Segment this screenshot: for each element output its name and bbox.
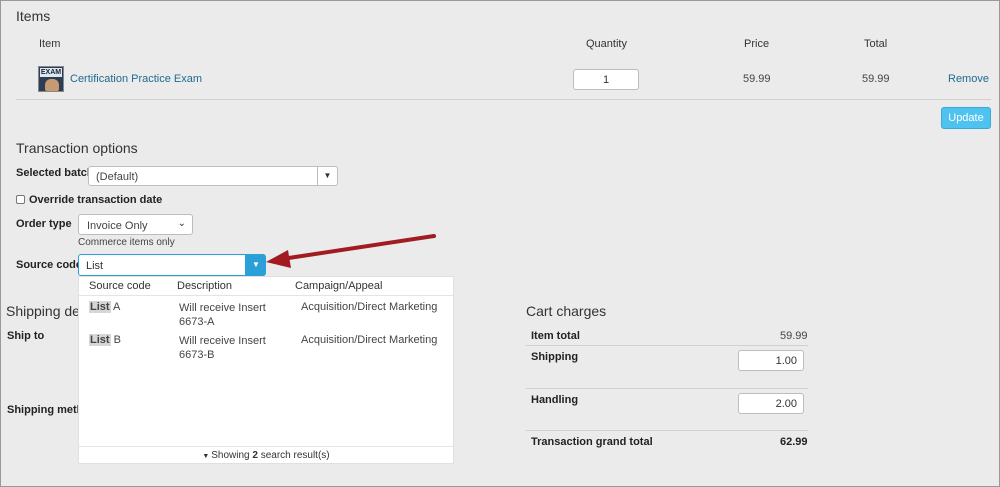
col-quantity-header: Quantity: [586, 38, 627, 50]
ship-to-label: Ship to: [7, 330, 45, 342]
search-match-highlight: List: [89, 334, 111, 346]
shipping-details-title: Shipping det: [6, 303, 84, 319]
items-divider: [16, 99, 991, 100]
order-type-label: Order type: [16, 218, 72, 230]
total-value: 59.99: [862, 73, 890, 85]
remove-link[interactable]: Remove: [948, 73, 989, 85]
result-source-code: List B: [89, 334, 121, 346]
col-total-header: Total: [864, 38, 888, 50]
order-type-hint: Commerce items only: [78, 237, 175, 248]
selected-batch-label: Selected batch: [16, 167, 94, 179]
cart-divider: [526, 345, 808, 346]
source-code-input[interactable]: List: [78, 254, 246, 276]
override-date-checkbox[interactable]: [16, 195, 25, 204]
annotation-arrow-icon: [266, 234, 436, 268]
result-campaign: Acquisition/Direct Marketing: [301, 301, 438, 313]
grand-total-value: 62.99: [780, 436, 808, 448]
handling-charge-label: Handling: [531, 394, 579, 406]
price-value: 59.99: [743, 73, 771, 85]
caret-down-icon: ▼: [202, 453, 212, 460]
cart-charges-title: Cart charges: [526, 303, 607, 319]
col-price-header: Price: [744, 38, 770, 50]
result-source-code: List A: [89, 301, 121, 313]
chevron-down-icon[interactable]: ▼: [317, 167, 337, 185]
transaction-options-title: Transaction options: [16, 140, 138, 156]
thumbnail-label: EXAM: [40, 68, 62, 77]
results-header-divider: [79, 295, 453, 296]
shipping-charge-input[interactable]: [738, 350, 804, 371]
handling-charge-input[interactable]: [738, 393, 804, 414]
thumbnail-figure-icon: [45, 79, 59, 91]
shipping-charge-label: Shipping: [531, 351, 579, 363]
override-date-label: Override transaction date: [29, 194, 163, 206]
results-footer: ▼ Showing 2 search result(s): [79, 446, 453, 464]
caret-down-icon: ▼: [252, 260, 260, 269]
source-code-value: List: [86, 260, 104, 272]
source-code-label: Source code: [16, 259, 83, 271]
items-title: Items: [16, 8, 51, 24]
selected-batch-select[interactable]: (Default) ▼: [88, 166, 338, 186]
item-total-label: Item total: [531, 330, 580, 342]
product-name-link[interactable]: Certification Practice Exam: [70, 73, 202, 85]
result-campaign: Acquisition/Direct Marketing: [301, 334, 438, 346]
order-type-select[interactable]: Invoice Only ⌄: [78, 214, 193, 235]
results-header-description: Description: [177, 280, 233, 292]
results-header-campaign: Campaign/Appeal: [295, 280, 383, 292]
item-total-value: 59.99: [780, 330, 808, 342]
result-description: Will receive Insert 6673-B: [179, 335, 266, 361]
quantity-input[interactable]: [573, 69, 639, 90]
search-match-highlight: List: [89, 301, 111, 313]
order-type-value: Invoice Only: [87, 220, 148, 232]
chevron-down-icon: ⌄: [177, 218, 186, 229]
results-header-source-code: Source code: [89, 280, 151, 292]
update-button[interactable]: Update: [941, 107, 991, 129]
result-description: Will receive Insert 6673-A: [179, 302, 266, 328]
source-code-results-dropdown: Source code Description Campaign/Appeal …: [78, 276, 454, 464]
cart-divider: [526, 430, 808, 431]
cart-divider: [526, 388, 808, 389]
result-row-list-a[interactable]: List A Will receive Insert 6673-A Acquis…: [79, 297, 453, 329]
selected-batch-value: (Default): [96, 171, 139, 183]
result-row-list-b[interactable]: List B Will receive Insert 6673-B Acquis…: [79, 330, 453, 362]
grand-total-label: Transaction grand total: [531, 436, 653, 448]
product-thumbnail[interactable]: EXAM: [38, 66, 64, 92]
col-item-header: Item: [39, 38, 61, 50]
